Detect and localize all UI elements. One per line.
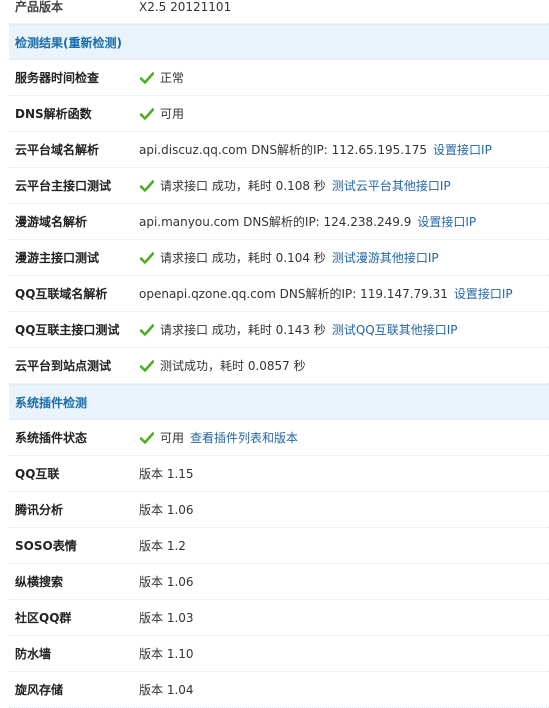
plugin-check-header: 系统插件检测: [9, 384, 549, 420]
row-label: DNS解析函数: [15, 107, 92, 121]
check-icon: [139, 358, 155, 374]
dns-result-text: openapi.qzone.qq.com DNS解析的IP: 119.147.7…: [139, 287, 448, 301]
check-icon: [139, 250, 155, 266]
check-icon: [139, 322, 155, 338]
cloud-to-site-row: 云平台到站点测试 测试成功，耗时 0.0857 秒: [9, 348, 549, 384]
plugin-row: SOSO表情 版本 1.2: [9, 528, 549, 564]
plugin-name: 防水墙: [15, 647, 52, 661]
plugin-version: 版本 1.04: [139, 683, 194, 697]
plugin-row: 社区QQ群 版本 1.03: [9, 600, 549, 636]
test-qq-connect-other-ip-link[interactable]: 测试QQ互联其他接口IP: [332, 321, 458, 338]
check-results-title[interactable]: 检测结果(重新检测): [15, 34, 122, 51]
row-label: 系统插件状态: [15, 431, 88, 445]
row-label: 云平台域名解析: [15, 143, 100, 157]
plugin-row: 防水墙 版本 1.10: [9, 636, 549, 672]
status-text: 请求接口 成功，耗时 0.108 秒: [160, 179, 326, 193]
plugin-name: QQ互联: [15, 467, 60, 481]
server-time-row: 服务器时间检查 正常: [9, 60, 549, 96]
check-results-header[interactable]: 检测结果(重新检测): [9, 24, 549, 60]
check-icon: [139, 430, 155, 446]
status-text: 正常: [160, 71, 185, 85]
row-label: 云平台到站点测试: [15, 359, 112, 373]
view-plugin-list-link[interactable]: 查看插件列表和版本: [190, 429, 298, 446]
qq-connect-interface-row: QQ互联主接口测试 请求接口 成功，耗时 0.143 秒 测试QQ互联其他接口I…: [9, 312, 549, 348]
plugin-name: 社区QQ群: [15, 611, 72, 625]
plugin-row: 纵横搜索 版本 1.06: [9, 564, 549, 600]
plugin-version: 版本 1.06: [139, 503, 194, 517]
qq-connect-domain-row: QQ互联域名解析 openapi.qzone.qq.com DNS解析的IP: …: [9, 276, 549, 312]
plugin-name: 纵横搜索: [15, 575, 64, 589]
row-label: 云平台主接口测试: [15, 179, 112, 193]
plugin-name: 腾讯分析: [15, 503, 64, 517]
plugin-name: 旋风存储: [15, 683, 64, 697]
plugin-version: 版本 1.15: [139, 467, 194, 481]
test-manyou-other-ip-link[interactable]: 测试漫游其他接口IP: [332, 249, 439, 266]
set-interface-ip-link[interactable]: 设置接口IP: [433, 141, 492, 158]
status-text: 请求接口 成功，耗时 0.143 秒: [160, 323, 326, 337]
dns-result-text: api.manyou.com DNS解析的IP: 124.238.249.9: [139, 215, 412, 229]
product-version-value: X2.5 20121101: [139, 0, 232, 14]
plugin-version: 版本 1.10: [139, 647, 194, 661]
product-version-row: 产品版本 X2.5 20121101: [9, 0, 549, 24]
plugin-row: 旋风存储 版本 1.04: [9, 672, 549, 708]
check-icon: [139, 106, 155, 122]
row-label: QQ互联域名解析: [15, 287, 108, 301]
status-text: 请求接口 成功，耗时 0.104 秒: [160, 251, 326, 265]
plugin-row: 腾讯分析 版本 1.06: [9, 492, 549, 528]
set-interface-ip-link[interactable]: 设置接口IP: [454, 285, 513, 302]
plugin-version: 版本 1.2: [139, 539, 186, 553]
plugin-check-title: 系统插件检测: [15, 395, 88, 410]
plugin-name: SOSO表情: [15, 539, 77, 553]
status-text: 测试成功，耗时 0.0857 秒: [160, 359, 306, 373]
plugin-version: 版本 1.06: [139, 575, 194, 589]
plugin-status-row: 系统插件状态 可用 查看插件列表和版本: [9, 420, 549, 456]
cloud-interface-row: 云平台主接口测试 请求接口 成功，耗时 0.108 秒 测试云平台其他接口IP: [9, 168, 549, 204]
dns-result-text: api.discuz.qq.com DNS解析的IP: 112.65.195.1…: [139, 143, 428, 157]
cloud-domain-row: 云平台域名解析 api.discuz.qq.com DNS解析的IP: 112.…: [9, 132, 549, 168]
dns-function-row: DNS解析函数 可用: [9, 96, 549, 132]
row-label: 服务器时间检查: [15, 71, 100, 85]
plugin-version: 版本 1.03: [139, 611, 194, 625]
row-label: 漫游主接口测试: [15, 251, 100, 265]
row-label: QQ互联主接口测试: [15, 323, 120, 337]
product-version-label: 产品版本: [15, 0, 64, 14]
test-cloud-other-ip-link[interactable]: 测试云平台其他接口IP: [332, 177, 451, 194]
manyou-domain-row: 漫游域名解析 api.manyou.com DNS解析的IP: 124.238.…: [9, 204, 549, 240]
manyou-interface-row: 漫游主接口测试 请求接口 成功，耗时 0.104 秒 测试漫游其他接口IP: [9, 240, 549, 276]
diagnostics-panel: 产品版本 X2.5 20121101 检测结果(重新检测) 服务器时间检查 正常…: [9, 0, 549, 708]
row-label: 漫游域名解析: [15, 215, 88, 229]
plugin-row: QQ互联 版本 1.15: [9, 456, 549, 492]
status-text: 可用: [160, 431, 185, 445]
status-text: 可用: [160, 107, 185, 121]
set-interface-ip-link[interactable]: 设置接口IP: [417, 213, 476, 230]
check-icon: [139, 70, 155, 86]
check-icon: [139, 178, 155, 194]
